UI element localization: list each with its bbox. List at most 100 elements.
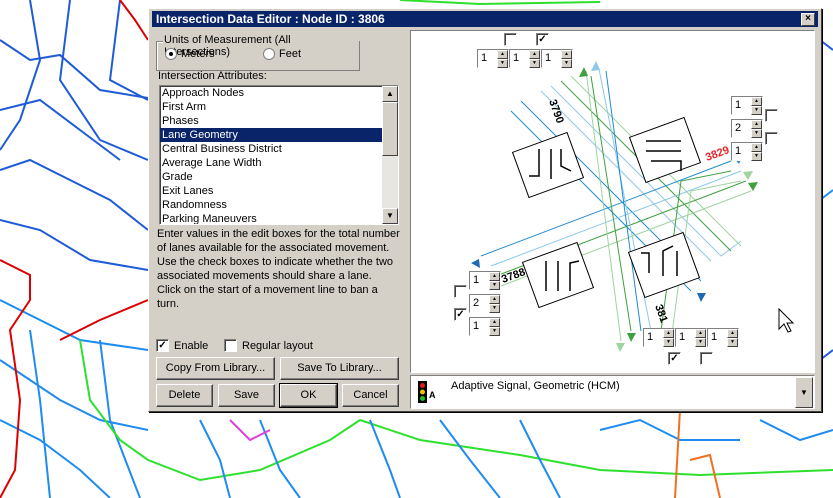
top-share-check-1[interactable] (504, 33, 517, 46)
save-button[interactable]: Save (218, 384, 275, 407)
arrowhead-icon (579, 67, 588, 77)
left-lane-spinner-2[interactable]: 2 ▲ ▼ (469, 294, 501, 313)
scroll-up-icon[interactable]: ▲ (382, 86, 398, 102)
left-share-check-1[interactable] (454, 285, 467, 298)
list-item[interactable]: Approach Nodes (160, 86, 398, 100)
enable-label: Enable (174, 339, 209, 352)
bottom-share-check-2[interactable] (700, 352, 713, 365)
title-bar[interactable]: Intersection Data Editor : Node ID : 380… (152, 11, 818, 27)
spinner-arrows-icon[interactable]: ▲ ▼ (561, 50, 572, 68)
map-road (119, 0, 149, 41)
intersection-data-editor-dialog: Intersection Data Editor : Node ID : 380… (148, 8, 822, 412)
node-label-north: 3790 (546, 98, 566, 125)
spinner-arrows-icon[interactable]: ▲ ▼ (529, 50, 540, 68)
enable-checkbox[interactable]: ✓ Enable (156, 339, 208, 352)
list-item[interactable]: Lane Geometry (160, 128, 398, 142)
spinner-arrows-icon[interactable]: ▲ ▼ (727, 329, 738, 347)
spinner-arrows-icon[interactable]: ▲ ▼ (695, 329, 706, 347)
close-button[interactable]: × (801, 13, 815, 26)
list-item[interactable]: Phases (160, 114, 398, 128)
bottom-lane-spinner-1[interactable]: 1 ▲ ▼ (643, 328, 675, 347)
units-meters-radio[interactable]: Meters (165, 48, 215, 60)
arrowhead-icon (697, 293, 706, 302)
map-road (0, 0, 42, 151)
spinner-arrows-icon[interactable]: ▲ ▼ (751, 97, 762, 115)
lane-box-south (627, 231, 701, 299)
right-share-check-1[interactable] (765, 109, 778, 122)
save-to-library-button[interactable]: Save To Library... (280, 357, 399, 380)
arrowhead-icon (743, 171, 753, 180)
list-item[interactable]: Central Business District (160, 142, 398, 156)
map-road (108, 0, 149, 101)
window-title: Intersection Data Editor : Node ID : 380… (156, 12, 385, 26)
left-share-check-2[interactable]: ✓ (454, 308, 467, 321)
scroll-down-icon[interactable]: ▼ (382, 208, 398, 224)
map-road (599, 418, 740, 441)
traffic-signal-icon: A (418, 381, 436, 403)
movement-line[interactable] (480, 160, 732, 257)
map-road (674, 409, 681, 498)
map-road (0, 39, 161, 101)
list-item[interactable]: Parking Maneuvers (160, 212, 398, 224)
signal-control-select[interactable]: A Adaptive Signal, Geometric (HCM) ▼ (410, 375, 815, 409)
listbox-scrollbar[interactable]: ▲ ▼ (382, 86, 398, 224)
top-lane-spinner-3[interactable]: 1 ▲ ▼ (541, 49, 573, 68)
map-road (399, 0, 601, 6)
scroll-thumb[interactable] (382, 102, 398, 156)
delete-button[interactable]: Delete (156, 384, 213, 407)
mouse-cursor-icon (778, 307, 795, 333)
chevron-down-icon[interactable]: ▼ (795, 377, 813, 408)
spinner-arrows-icon[interactable]: ▲ ▼ (751, 120, 762, 138)
lane-box-east (628, 116, 702, 184)
units-feet-radio[interactable]: Feet (263, 48, 301, 60)
units-meters-label: Meters (181, 48, 215, 60)
signal-control-value: Adaptive Signal, Geometric (HCM) (451, 380, 620, 392)
attributes-listbox[interactable]: Approach Nodes First Arm Phases Lane Geomet… (159, 85, 399, 225)
left-lane-spinner-1[interactable]: 1 ▲ ▼ (469, 271, 501, 290)
right-share-check-2[interactable] (765, 132, 778, 145)
bottom-lane-spinner-3[interactable]: 1 ▲ ▼ (707, 328, 739, 347)
arrowhead-icon (471, 259, 480, 268)
map-road (0, 359, 149, 431)
left-lane-spinner-3[interactable]: 1 ▲ ▼ (469, 317, 501, 336)
ok-button[interactable]: OK (279, 383, 338, 408)
right-lane-spinner-2[interactable]: 2 ▲ ▼ (731, 119, 763, 138)
list-item[interactable]: Exit Lanes (160, 184, 398, 198)
map-road (519, 419, 561, 498)
spinner-arrows-icon[interactable]: ▲ ▼ (489, 272, 500, 290)
bottom-lane-spinner-2[interactable]: 1 ▲ ▼ (675, 328, 707, 347)
regular-layout-checkbox[interactable]: Regular layout (224, 339, 313, 352)
spinner-arrows-icon[interactable]: ▲ ▼ (497, 50, 508, 68)
spinner-arrows-icon[interactable]: ▲ ▼ (751, 143, 762, 161)
top-share-check-2[interactable]: ✓ (536, 33, 549, 46)
node-label-east: 3829 (704, 144, 731, 164)
bottom-share-check-1[interactable]: ✓ (668, 352, 681, 365)
top-lane-spinner-2[interactable]: 1 ▲ ▼ (509, 49, 541, 68)
cancel-button[interactable]: Cancel (342, 384, 399, 407)
regular-layout-label: Regular layout (242, 339, 313, 352)
spinner-arrows-icon[interactable]: ▲ ▼ (489, 318, 500, 336)
regular-layout-box-icon (224, 339, 237, 352)
map-road (689, 453, 721, 498)
list-item[interactable]: Average Lane Width (160, 156, 398, 170)
movement-line[interactable] (590, 75, 632, 332)
list-item[interactable]: Randomness (160, 198, 398, 212)
arrowhead-icon (616, 343, 625, 352)
copy-from-library-button[interactable]: Copy From Library... (156, 357, 275, 380)
lane-box-north (511, 131, 585, 199)
help-text: Enter values in the edit boxes for the t… (157, 228, 400, 310)
movement-line[interactable] (585, 70, 622, 342)
top-lane-spinner-1[interactable]: 1 ▲ ▼ (477, 49, 509, 68)
right-lane-spinner-3[interactable]: 1 ▲ ▼ (731, 142, 763, 161)
list-item[interactable]: Grade (160, 170, 398, 184)
spinner-arrows-icon[interactable]: ▲ ▼ (489, 295, 500, 313)
map-road (0, 158, 149, 231)
movement-line[interactable] (605, 70, 642, 332)
right-lane-spinner-1[interactable]: 1 ▲ ▼ (731, 96, 763, 115)
radio-empty-icon (263, 48, 275, 60)
map-road (0, 259, 31, 498)
list-item[interactable]: First Arm (160, 100, 398, 114)
lane-geometry-diagram[interactable]: 3790 3829 3788 381 ✓ 1 ▲ ▼ 1 ▲ ▼ 1 ▲ ▼ 1 ▲ ▼ 2 ▲ ▼… (410, 30, 815, 373)
spinner-arrows-icon[interactable]: ▲ ▼ (663, 329, 674, 347)
map-road (359, 419, 833, 477)
